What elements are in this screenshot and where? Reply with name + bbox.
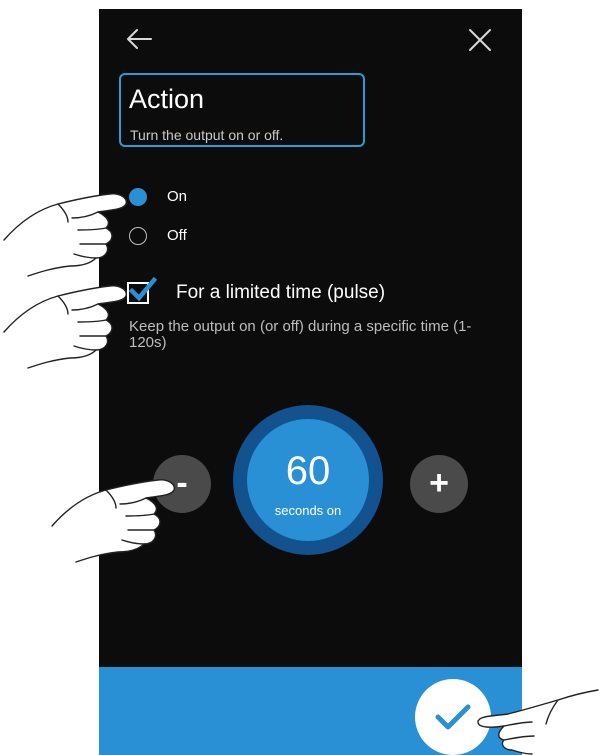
top-bar [99, 9, 522, 69]
duration-unit: seconds on [274, 503, 342, 518]
pulse-checkbox-row[interactable]: For a limited time (pulse) [127, 276, 447, 311]
arrow-left-icon [127, 29, 152, 49]
pulse-description: Keep the output on (or off) during a spe… [129, 318, 472, 351]
checkmark-icon [435, 704, 471, 730]
pulse-label: For a limited time (pulse) [176, 282, 386, 303]
action-header-box: Action Turn the output on or off. [119, 73, 365, 147]
close-button[interactable] [465, 25, 495, 55]
duration-dial-inner: 60 seconds on [247, 419, 369, 541]
increment-button[interactable]: + [410, 455, 468, 513]
duration-dial: 60 seconds on [233, 405, 383, 555]
bottom-bar [99, 667, 522, 755]
page-title: Action [129, 84, 205, 114]
radio-off-label: Off [167, 227, 187, 244]
pointing-hand-icon [477, 689, 599, 755]
pointing-hand-icon [3, 193, 127, 277]
radio-on[interactable]: On [129, 187, 249, 211]
app-screen: Action Turn the output on or off. On Off… [99, 9, 522, 755]
radio-off[interactable]: Off [129, 226, 249, 250]
close-icon [469, 29, 491, 51]
back-button[interactable] [123, 25, 155, 53]
pointing-hand-icon [3, 285, 127, 369]
page-subtitle: Turn the output on or off. [130, 127, 284, 143]
duration-value: 60 [285, 449, 331, 493]
pointing-hand-icon [51, 479, 175, 563]
radio-on-label: On [167, 188, 188, 205]
